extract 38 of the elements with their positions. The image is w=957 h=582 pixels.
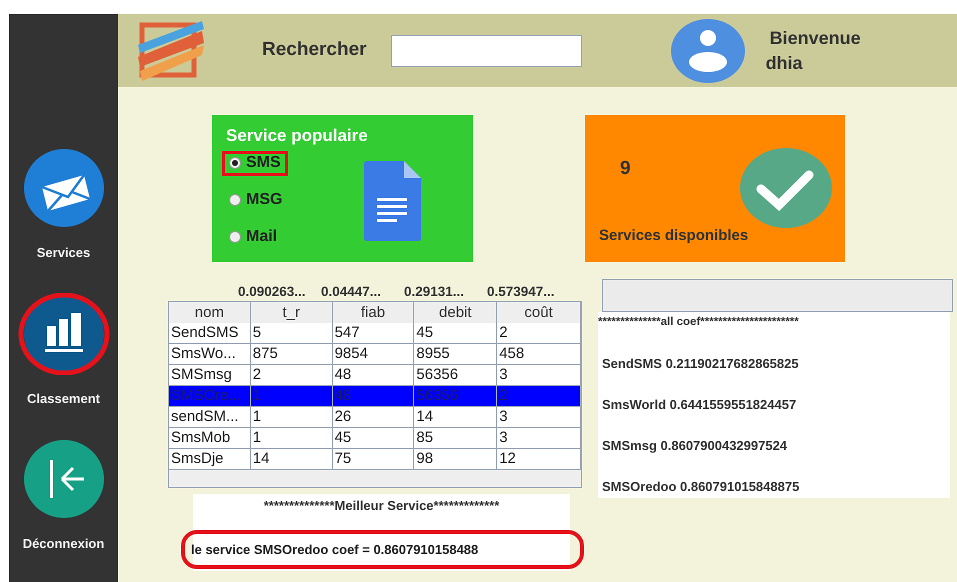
- radio-option[interactable]: SMS: [222, 150, 288, 176]
- table-row[interactable]: sendSM... 1 26 14 3: [169, 407, 581, 428]
- table-row[interactable]: SmsWo... 875 9854 8955 458: [169, 344, 581, 365]
- weight-value: 0.573947...: [487, 283, 556, 301]
- table-row[interactable]: SmsMob 1 45 85 3: [169, 428, 581, 449]
- nav-label[interactable]: Services: [36, 243, 90, 262]
- radio-option[interactable]: MSG: [222, 188, 290, 212]
- search-field[interactable]: [390, 34, 582, 66]
- column-header[interactable]: fiab: [332, 302, 414, 324]
- radio-button[interactable]: [229, 157, 241, 169]
- table-row[interactable]: SMSmsg 2 48 56356 3: [169, 365, 581, 386]
- card-title: Service populaire: [226, 125, 369, 147]
- coef-line: SmsWorld 0.6441559551824457: [601, 396, 798, 414]
- table-row[interactable]: SendSMS 5 547 45 2: [169, 323, 581, 344]
- user-avatar-icon: [670, 18, 746, 84]
- username-text: dhia: [766, 52, 804, 74]
- weight-value: 0.04447...: [321, 283, 382, 301]
- search-label: Rechercher: [262, 38, 367, 62]
- weight-value: 0.29131...: [404, 283, 466, 301]
- welcome-text: Bienvenue: [770, 27, 861, 50]
- nav-label[interactable]: Classement: [27, 388, 100, 408]
- radio-button[interactable]: [229, 194, 241, 206]
- list-title: **************all coef**********************: [598, 315, 800, 330]
- nav-label[interactable]: Déconnexion: [22, 534, 104, 554]
- coef-line: SendSMS 0.21190217682865825: [601, 355, 800, 372]
- document-icon: [362, 160, 422, 242]
- panel-title: **************Meilleur Service*************: [262, 497, 500, 515]
- checkmark-icon: [739, 147, 833, 229]
- count-label: Services disponibles: [599, 226, 748, 246]
- table-row[interactable]: SmsDje 14 75 98 12: [169, 449, 581, 470]
- count-text: 9: [620, 157, 631, 181]
- result-text: le service SMSOredoo coef = 0.8607910158488: [181, 530, 584, 569]
- radio-button[interactable]: [229, 231, 241, 243]
- coef-line: SMSOredoo 0.860791015848875: [601, 478, 800, 496]
- bar-chart-icon[interactable]: [18, 292, 110, 374]
- weight-value: 0.090263...: [238, 283, 307, 301]
- coef-line: SMSmsg 0.8607900432997524: [601, 437, 788, 454]
- radio-option[interactable]: Mail: [222, 224, 284, 250]
